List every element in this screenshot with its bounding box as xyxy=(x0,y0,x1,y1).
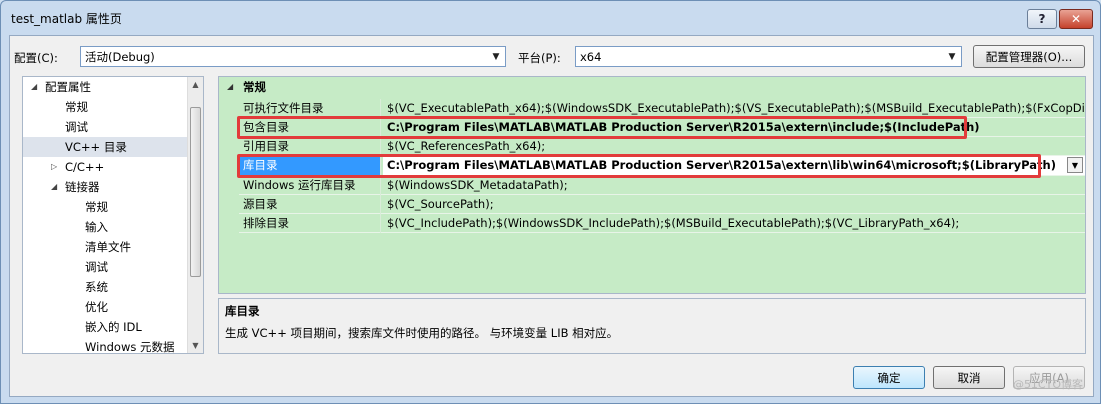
properties-dialog: test_matlab 属性页 ? ✕ 配置(C): 活动(Debug) ▼ 平… xyxy=(0,0,1101,404)
title-bar[interactable]: test_matlab 属性页 ? ✕ xyxy=(1,1,1100,35)
dialog-client: 配置(C): 活动(Debug) ▼ 平台(P): x64 ▼ 配置管理器(O)… xyxy=(9,35,1094,397)
config-select[interactable]: 活动(Debug) ▼ xyxy=(80,46,506,67)
highlight-box-include xyxy=(237,116,967,139)
tree-item-debugging[interactable]: 调试 xyxy=(23,117,188,137)
property-value[interactable]: $(WindowsSDK_MetadataPath); xyxy=(383,176,1085,195)
highlight-box-library xyxy=(237,154,1041,178)
config-manager-button[interactable]: 配置管理器(O)... xyxy=(973,45,1085,68)
tree-scrollbar[interactable]: ▲ ▼ xyxy=(187,77,203,353)
ok-button[interactable]: 确定 xyxy=(853,366,925,389)
tree-item-windows-metadata[interactable]: Windows 元数据 xyxy=(23,337,188,353)
tree-item-linker[interactable]: ◢ 链接器 xyxy=(23,177,188,197)
collapse-icon[interactable]: ◢ xyxy=(31,77,37,97)
help-button[interactable]: ? xyxy=(1027,9,1057,29)
platform-label: 平台(P): xyxy=(518,51,561,65)
description-panel: 库目录 生成 VC++ 项目期间，搜索库文件时使用的路径。 与环境变量 LIB … xyxy=(218,298,1086,354)
property-name: 排除目录 xyxy=(239,214,381,233)
property-grid: ◢ 常规 可执行文件目录 $(VC_ExecutablePath_x64);$(… xyxy=(218,76,1086,294)
tree-item-linker-input[interactable]: 输入 xyxy=(23,217,188,237)
tree-item-vc-directories[interactable]: VC++ 目录 xyxy=(23,137,188,157)
category-header[interactable]: ◢ 常规 xyxy=(219,77,1085,97)
tree-item-manifest-file[interactable]: 清单文件 xyxy=(23,237,188,257)
tree-item-c-cpp[interactable]: ▷ C/C++ xyxy=(23,157,188,177)
scroll-thumb[interactable] xyxy=(190,107,201,277)
scroll-down-icon[interactable]: ▼ xyxy=(188,338,203,353)
close-button[interactable]: ✕ xyxy=(1059,9,1093,29)
platform-value: x64 xyxy=(580,49,602,64)
description-title: 库目录 xyxy=(225,304,260,318)
property-value[interactable]: $(VC_IncludePath);$(WindowsSDK_IncludePa… xyxy=(383,214,1085,233)
property-name: 源目录 xyxy=(239,195,381,214)
property-row-winrt-dirs[interactable]: Windows 运行库目录 $(WindowsSDK_MetadataPath)… xyxy=(239,176,1085,195)
watermark: @51CTO博客 xyxy=(1012,378,1083,391)
tree-item-general[interactable]: 常规 xyxy=(23,97,188,117)
tree-item-linker-debugging[interactable]: 调试 xyxy=(23,257,188,277)
collapse-icon[interactable]: ◢ xyxy=(227,77,233,97)
platform-select[interactable]: x64 ▼ xyxy=(575,46,962,67)
scroll-up-icon[interactable]: ▲ xyxy=(188,77,203,92)
property-row-source-dirs[interactable]: 源目录 $(VC_SourcePath); xyxy=(239,195,1085,214)
chevron-down-icon: ▼ xyxy=(492,52,500,62)
tree-item-config-properties[interactable]: ◢ 配置属性 xyxy=(23,77,188,97)
config-value: 活动(Debug) xyxy=(85,49,155,64)
property-row-exclude-dirs[interactable]: 排除目录 $(VC_IncludePath);$(WindowsSDK_Incl… xyxy=(239,214,1085,233)
dropdown-arrow-icon[interactable]: ▼ xyxy=(1067,157,1083,173)
window-title: test_matlab 属性页 xyxy=(11,11,122,26)
chevron-down-icon: ▼ xyxy=(948,52,956,62)
cancel-button[interactable]: 取消 xyxy=(933,366,1005,389)
tree-item-linker-general[interactable]: 常规 xyxy=(23,197,188,217)
category-label: 常规 xyxy=(243,80,266,94)
tree-item-embedded-idl[interactable]: 嵌入的 IDL xyxy=(23,317,188,337)
property-value[interactable]: $(VC_SourcePath); xyxy=(383,195,1085,214)
collapse-icon[interactable]: ◢ xyxy=(51,177,57,197)
tree-item-system[interactable]: 系统 xyxy=(23,277,188,297)
property-tree[interactable]: ◢ 配置属性 常规 调试 VC++ 目录 ▷ C/C++ ◢ 链接器 常规 输入… xyxy=(22,76,204,354)
config-label: 配置(C): xyxy=(14,51,58,65)
expand-icon[interactable]: ▷ xyxy=(51,157,57,177)
tree-item-optimization[interactable]: 优化 xyxy=(23,297,188,317)
description-text: 生成 VC++ 项目期间，搜索库文件时使用的路径。 与环境变量 LIB 相对应。 xyxy=(225,326,619,340)
property-name: Windows 运行库目录 xyxy=(239,176,381,195)
